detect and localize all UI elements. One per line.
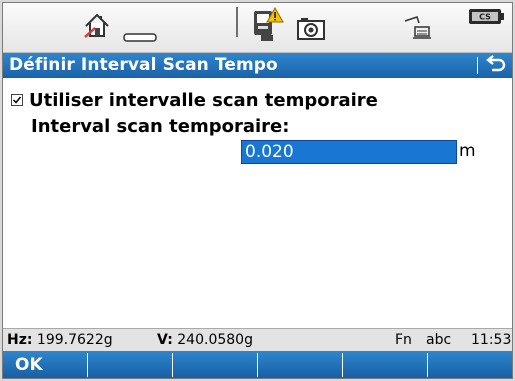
interval-input[interactable]: 0.020 (241, 140, 457, 164)
app-window: CS Définir Interval Scan Tempo Utiliser … (2, 2, 513, 379)
softkey-f5[interactable] (343, 351, 423, 378)
fn-indicator: Fn (395, 332, 412, 348)
softkey-f3[interactable] (173, 351, 253, 378)
softkey-f2[interactable] (88, 351, 168, 378)
return-arrow-icon[interactable] (483, 54, 507, 76)
use-interval-checkbox-row[interactable]: Utiliser intervalle scan temporaire (11, 89, 378, 111)
checkbox-label: Utiliser intervalle scan temporaire (29, 89, 378, 111)
status-bar: CS (3, 3, 512, 53)
cs-label: CS (479, 13, 491, 22)
scan-area-icon[interactable] (403, 13, 435, 47)
input-mode-indicator: abc (426, 332, 452, 348)
softkey-f4[interactable] (258, 351, 338, 378)
v-value: 240.0580g (177, 332, 253, 348)
hz-readout: Hz: 199.7622g (7, 332, 113, 348)
camera-icon[interactable] (295, 16, 327, 46)
title-bar: Définir Interval Scan Tempo (3, 53, 512, 78)
home-house-icon[interactable] (83, 10, 111, 44)
info-bar: Hz: 199.7622g V: 240.0580g Fn abc 11:53 (3, 328, 512, 351)
cs-battery-icon: CS (468, 7, 506, 31)
v-label: V: (157, 332, 173, 348)
main-content: Utiliser intervalle scan temporaire Inte… (3, 79, 512, 327)
clock: 11:53 (471, 332, 512, 348)
title-separator (477, 57, 478, 74)
instrument-warning-icon[interactable] (251, 6, 285, 48)
v-readout: V: 240.0580g (157, 332, 253, 348)
status-separator (236, 7, 238, 37)
interval-field-label: Interval scan temporaire: (31, 116, 290, 137)
checkmark-icon (12, 96, 22, 104)
interval-unit: m (459, 141, 476, 161)
ok-button[interactable]: OK (3, 351, 83, 378)
hz-value: 199.7622g (36, 332, 113, 348)
softkey-f6[interactable] (428, 351, 508, 378)
page-title: Définir Interval Scan Tempo (9, 55, 278, 75)
prism-icon[interactable] (123, 29, 157, 48)
softkey-bar: OK (3, 351, 512, 378)
hz-label: Hz: (7, 332, 33, 348)
use-interval-checkbox[interactable] (11, 94, 23, 106)
